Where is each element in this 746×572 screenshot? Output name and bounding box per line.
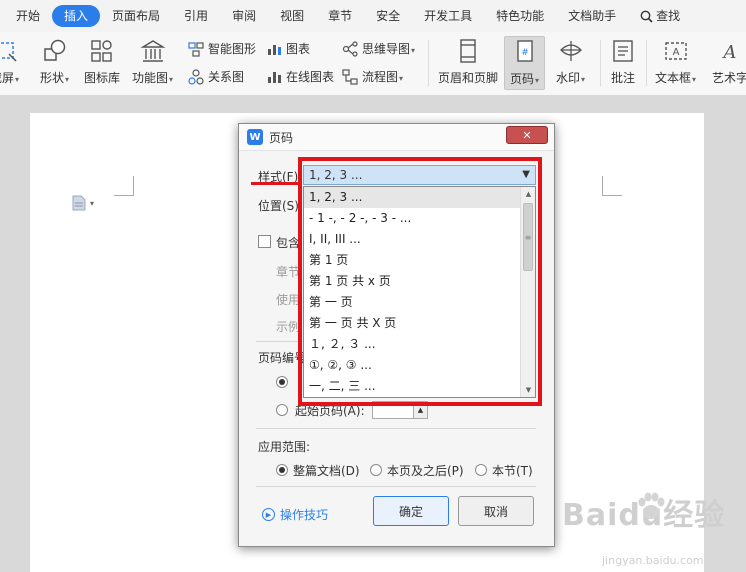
- example-label: 示例: [276, 320, 301, 334]
- svg-text:A: A: [722, 42, 737, 63]
- smart-shape-icon: [188, 41, 204, 57]
- ribbon-separator: [428, 40, 429, 86]
- screenshot-button[interactable]: 截屏▾: [0, 38, 19, 86]
- play-icon: ▶: [262, 508, 275, 521]
- close-button[interactable]: ✕: [506, 126, 548, 144]
- menu-doc-assistant[interactable]: 文档助手: [556, 5, 628, 27]
- wps-logo-icon: W: [247, 129, 263, 145]
- menu-start[interactable]: 开始: [4, 5, 52, 27]
- dialog-title: 页码: [269, 130, 294, 145]
- menu-chapter[interactable]: 章节: [316, 5, 364, 27]
- flow-chart-icon: [342, 68, 358, 85]
- online-chart-icon: [268, 71, 281, 83]
- menu-developer[interactable]: 开发工具: [412, 5, 484, 27]
- menu-features[interactable]: 特色功能: [484, 5, 556, 27]
- paragraph-options-button[interactable]: ▾: [72, 195, 94, 211]
- menu-insert[interactable]: 插入: [52, 5, 101, 27]
- scope-whole-doc-label: 整篇文档(D): [293, 464, 360, 478]
- icon-library-icon: [91, 40, 112, 62]
- relation-chart-button[interactable]: 关系图: [188, 68, 244, 85]
- comment-icon: [613, 40, 633, 62]
- search-button[interactable]: 查找: [628, 5, 692, 27]
- smart-shape-button[interactable]: 智能图形: [188, 40, 256, 57]
- menu-page-layout[interactable]: 页面布局: [100, 5, 172, 27]
- screenshot-icon: [0, 42, 17, 62]
- comment-button[interactable]: 批注: [610, 38, 636, 86]
- page-number-button[interactable]: # 页码▾: [504, 36, 546, 90]
- svg-text:#: #: [521, 48, 529, 58]
- svg-text:A: A: [672, 47, 679, 58]
- watermark-icon: [559, 41, 582, 61]
- chart-button[interactable]: 图表: [266, 40, 310, 57]
- group-divider: [256, 428, 536, 429]
- ok-button[interactable]: 确定: [373, 496, 449, 526]
- chevron-down-icon: ▾: [90, 198, 95, 208]
- ribbon-separator: [600, 40, 601, 86]
- scope-label: 应用范围:: [258, 440, 311, 454]
- scope-after-page-radio[interactable]: [370, 464, 382, 476]
- scope-after-page-label: 本页及之后(P): [387, 464, 464, 478]
- icon-library-button[interactable]: 图标库: [84, 38, 120, 86]
- menu-bar: 开始 插入 页面布局 引用 审阅 视图 章节 安全 开发工具 特色功能 文档助手…: [0, 0, 746, 32]
- page-number-icon: #: [516, 40, 533, 62]
- mind-map-button[interactable]: 思维导图▾: [342, 40, 415, 57]
- annotation-underline: [251, 182, 301, 185]
- close-icon: ✕: [522, 128, 532, 142]
- search-label: 查找: [656, 9, 681, 23]
- menu-references[interactable]: 引用: [172, 5, 220, 27]
- include-checkbox[interactable]: [258, 235, 271, 248]
- scope-section-label: 本节(T): [492, 464, 533, 478]
- group-divider: [256, 486, 536, 487]
- menu-review[interactable]: 审阅: [220, 5, 268, 27]
- shape-icon: [43, 39, 65, 61]
- textbox-icon: A: [664, 42, 687, 60]
- function-chart-button[interactable]: 功能图▾: [132, 38, 173, 86]
- continue-numbering-radio[interactable]: [276, 376, 288, 388]
- page-margin-corner: [114, 176, 134, 196]
- menu-security[interactable]: 安全: [364, 5, 412, 27]
- start-page-radio[interactable]: [276, 404, 288, 416]
- watermark-button[interactable]: 水印▾: [556, 38, 585, 86]
- relation-chart-icon: [188, 68, 204, 85]
- page-margin-corner: [602, 176, 622, 196]
- shape-button[interactable]: 形状▾: [40, 38, 69, 86]
- mind-map-icon: [342, 40, 358, 57]
- use-label: 使用: [276, 293, 301, 307]
- bar-chart-icon: [268, 44, 281, 55]
- dialog-title-bar[interactable]: W 页码 ✕: [239, 124, 554, 151]
- ribbon-separator: [646, 40, 647, 86]
- header-footer-button[interactable]: 页眉和页脚: [438, 38, 498, 86]
- art-text-button[interactable]: A 艺术字: [712, 38, 746, 86]
- include-label: 包含: [276, 236, 301, 250]
- textbox-button[interactable]: A 文本框▾: [655, 38, 696, 86]
- flow-chart-button[interactable]: 流程图▾: [342, 68, 403, 85]
- document-icon: [72, 195, 86, 211]
- chapter-label: 章节: [276, 265, 301, 279]
- menu-view[interactable]: 视图: [268, 5, 316, 27]
- paw-logo-icon: [638, 492, 665, 519]
- art-text-icon: A: [722, 42, 737, 63]
- online-chart-button[interactable]: 在线图表: [266, 68, 334, 85]
- scope-whole-doc-radio[interactable]: [276, 464, 288, 476]
- function-chart-icon: [139, 40, 166, 62]
- annotation-highlight-box: [298, 157, 542, 406]
- scope-section-radio[interactable]: [475, 464, 487, 476]
- ribbon-toolbar: 截屏▾ 形状▾ 图标库 功能图▾ 智能图形 关系图 图表 在线图表 思维导图▾ …: [0, 32, 746, 96]
- header-footer-icon: [460, 39, 476, 63]
- cancel-button[interactable]: 取消: [458, 496, 534, 526]
- watermark-url: jingyan.baidu.com: [602, 554, 704, 567]
- search-icon: [640, 10, 653, 23]
- position-label: 位置(S):: [258, 199, 304, 213]
- baidu-watermark: Baidu经验 jingyan.baidu.com: [562, 490, 742, 570]
- tips-link[interactable]: ▶ 操作技巧: [262, 506, 328, 523]
